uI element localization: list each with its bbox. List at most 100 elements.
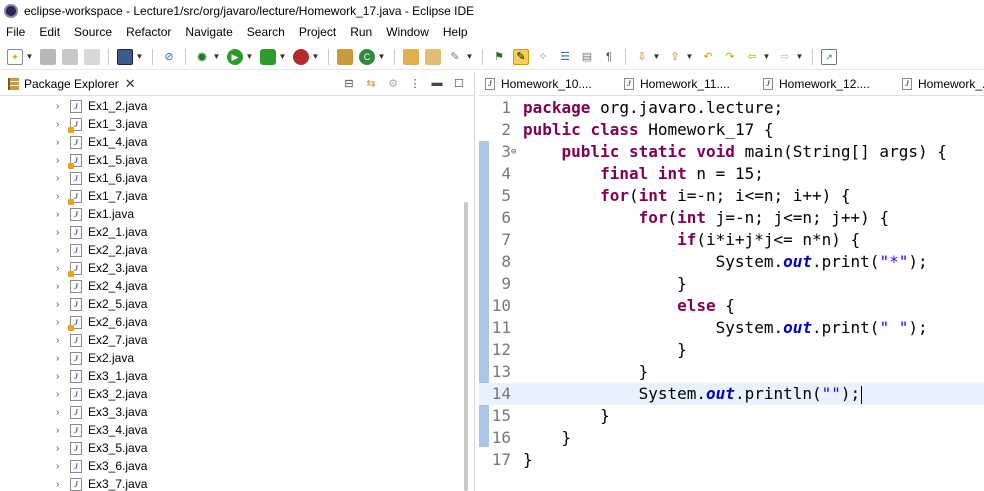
search-dropdown-icon[interactable]: ▼ — [466, 49, 474, 65]
tree-item[interactable]: › J Ex1.java — [0, 205, 464, 223]
tree-item[interactable]: › J Ex2_6.java — [0, 313, 464, 331]
code-line[interactable]: 10 else { — [479, 295, 984, 317]
debug-icon[interactable]: ✹ — [194, 49, 210, 65]
tree-item[interactable]: › J Ex2.java — [0, 349, 464, 367]
menu-file[interactable]: File — [6, 25, 25, 39]
forward-edit-icon[interactable]: ↷ — [722, 49, 738, 65]
forward-icon[interactable]: ⇨ — [777, 49, 793, 65]
chevron-right-icon[interactable]: › — [56, 137, 66, 148]
external-tools-icon[interactable] — [293, 48, 309, 65]
menu-source[interactable]: Source — [74, 25, 112, 39]
show-whitespace-icon[interactable]: ▤ — [579, 49, 595, 65]
code-line[interactable]: 3 ⊖ public static void main(String[] args… — [479, 141, 984, 163]
chevron-right-icon[interactable]: › — [56, 191, 66, 202]
menu-run[interactable]: Run — [350, 25, 372, 39]
terminal-dropdown-icon[interactable]: ▼ — [136, 49, 144, 65]
tree-item[interactable]: › J Ex2_7.java — [0, 331, 464, 349]
chevron-right-icon[interactable]: › — [56, 353, 66, 364]
chevron-right-icon[interactable]: › — [56, 407, 66, 418]
code-line[interactable]: 1 package org.javaro.lecture; — [479, 97, 984, 119]
view-menu-icon[interactable]: ⋮ — [408, 76, 422, 90]
open-task-icon[interactable] — [425, 48, 441, 65]
back-icon[interactable]: ⇦ — [744, 49, 760, 65]
toggle-breadcrumb-icon[interactable]: ⚑ — [491, 49, 507, 65]
tree-item[interactable]: › J Ex1_2.java — [0, 97, 464, 115]
menu-navigate[interactable]: Navigate — [185, 25, 232, 39]
new-icon[interactable]: ✦ — [7, 48, 23, 65]
open-type-icon[interactable] — [403, 48, 419, 65]
code-line[interactable]: 11 System.out.print(" "); — [479, 317, 984, 339]
chevron-right-icon[interactable]: › — [56, 389, 66, 400]
save-all-icon[interactable] — [62, 48, 78, 65]
back-dropdown-icon[interactable]: ▼ — [763, 49, 771, 65]
code-line[interactable]: 7 if(i*i+j*j<= n*n) { — [479, 229, 984, 251]
menu-help[interactable]: Help — [443, 25, 468, 39]
chevron-right-icon[interactable]: › — [56, 281, 66, 292]
pilcrow-icon[interactable]: ¶ — [601, 49, 617, 65]
fold-toggle-icon[interactable]: ⊖ — [511, 141, 516, 163]
chevron-right-icon[interactable]: › — [56, 461, 66, 472]
chevron-right-icon[interactable]: › — [56, 443, 66, 454]
tab-homework-12[interactable]: J Homework_12.... — [757, 72, 896, 95]
print-icon[interactable] — [84, 48, 100, 65]
chevron-right-icon[interactable]: › — [56, 119, 66, 130]
next-annotation-icon[interactable]: ⇩ — [634, 49, 650, 65]
toggle-mark-occurrences-icon[interactable]: ✎ — [513, 48, 529, 65]
previous-annotation-icon[interactable]: ⇧ — [667, 49, 683, 65]
tab-homework-10[interactable]: J Homework_10.... — [479, 72, 618, 95]
tree-item[interactable]: › J Ex3_4.java — [0, 421, 464, 439]
package-explorer-tab[interactable]: Package Explorer ✕ — [0, 72, 136, 96]
open-perspective-icon[interactable]: ↗ — [821, 48, 837, 65]
tree-item[interactable]: › J Ex1_5.java — [0, 151, 464, 169]
next-annotation-dropdown-icon[interactable]: ▼ — [653, 49, 661, 65]
chevron-right-icon[interactable]: › — [56, 173, 66, 184]
run-icon[interactable]: ▶ — [227, 48, 243, 65]
toggle-word-wrap-icon[interactable]: ☰ — [557, 49, 573, 65]
tree-item[interactable]: › J Ex3_1.java — [0, 367, 464, 385]
tree-item[interactable]: › J Ex2_2.java — [0, 241, 464, 259]
collapse-all-icon[interactable]: ⊟ — [342, 76, 356, 90]
new-java-package-icon[interactable] — [337, 48, 353, 65]
chevron-right-icon[interactable]: › — [56, 371, 66, 382]
tree-item[interactable]: › J Ex2_4.java — [0, 277, 464, 295]
tree-item[interactable]: › J Ex3_3.java — [0, 403, 464, 421]
debug-dropdown-icon[interactable]: ▼ — [213, 49, 221, 65]
code-line[interactable]: 2 public class Homework_17 { — [479, 119, 984, 141]
run-dropdown-icon[interactable]: ▼ — [246, 49, 254, 65]
tree-item[interactable]: › J Ex1_7.java — [0, 187, 464, 205]
menu-project[interactable]: Project — [299, 25, 336, 39]
tree-item[interactable]: › J Ex2_5.java — [0, 295, 464, 313]
coverage-icon[interactable] — [260, 48, 276, 65]
chevron-right-icon[interactable]: › — [56, 299, 66, 310]
code-line[interactable]: 6 for(int j=-n; j<=n; j++) { — [479, 207, 984, 229]
tree-item[interactable]: › J Ex1_4.java — [0, 133, 464, 151]
link-with-editor-icon[interactable]: ⇆ — [364, 76, 378, 90]
tree-item[interactable]: › J Ex2_3.java — [0, 259, 464, 277]
menu-refactor[interactable]: Refactor — [126, 25, 171, 39]
forward-dropdown-icon[interactable]: ▼ — [796, 49, 804, 65]
chevron-right-icon[interactable]: › — [56, 245, 66, 256]
tree-item[interactable]: › J Ex3_7.java — [0, 475, 464, 491]
tree-item[interactable]: › J Ex1_3.java — [0, 115, 464, 133]
skip-breakpoints-icon[interactable]: ⊘ — [161, 49, 177, 65]
last-edit-location-icon[interactable]: ↶ — [700, 49, 716, 65]
tab-homework-11[interactable]: J Homework_11.... — [618, 72, 757, 95]
code-line[interactable]: 12 } — [479, 339, 984, 361]
new-dropdown-icon[interactable]: ▼ — [26, 49, 34, 65]
minimize-icon[interactable]: ▬ — [430, 76, 444, 90]
maximize-icon[interactable]: ☐ — [452, 76, 466, 90]
tab-homework-17[interactable]: J Homework_... — [896, 72, 984, 95]
close-icon[interactable]: ✕ — [125, 76, 136, 92]
external-tools-dropdown-icon[interactable]: ▼ — [312, 49, 320, 65]
menu-window[interactable]: Window — [386, 25, 429, 39]
vertical-scrollbar[interactable] — [464, 202, 468, 491]
chevron-right-icon[interactable]: › — [56, 335, 66, 346]
code-line[interactable]: 4 final int n = 15; — [479, 163, 984, 185]
code-editor-area[interactable]: 1 package org.javaro.lecture; 2 public clas… — [479, 97, 984, 491]
chevron-right-icon[interactable]: › — [56, 425, 66, 436]
tree-item[interactable]: › J Ex2_1.java — [0, 223, 464, 241]
chevron-right-icon[interactable]: › — [56, 317, 66, 328]
chevron-right-icon[interactable]: › — [56, 155, 66, 166]
chevron-right-icon[interactable]: › — [56, 263, 66, 274]
terminal-icon[interactable] — [117, 48, 133, 65]
